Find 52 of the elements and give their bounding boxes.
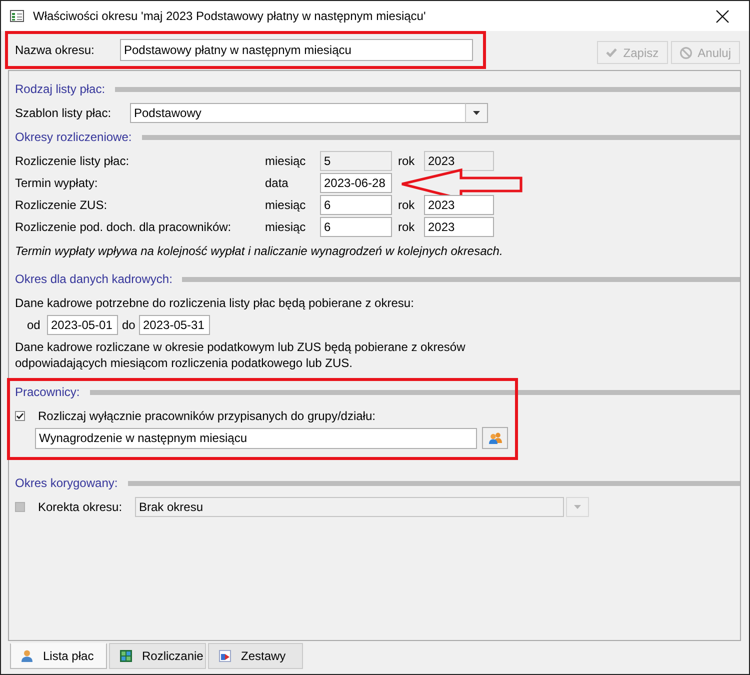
section-heading: Okresy rozliczeniowe: [15,129,132,146]
dropdown-button[interactable] [465,103,488,123]
field-label: Rozliczenie pod. doch. dla pracowników: [15,219,232,236]
input-field[interactable]: 6 [320,195,392,215]
section-heading: Okres korygowany: [15,475,118,492]
input-field[interactable]: 2023 [424,195,494,215]
info-text: Dane kadrowe potrzebne do rozliczenia listy płac będą pobierane z okresu: [15,295,415,312]
caret-icon [473,111,480,115]
note-text: Termin wypłaty wpływa na kolejność wypłat i naliczanie wynagrodzeń w kolejnych okresach. [15,243,504,260]
person-icon [21,650,33,662]
field-label: Rozliczenie ZUS: [15,197,108,214]
section-heading: Pracownicy: [15,384,80,401]
tab[interactable]: Lista płac [10,643,107,669]
field-label: Rozliczenie listy płac: [15,153,130,170]
input-field[interactable]: 2023 [424,217,494,237]
unit-label: miesiąc [265,219,307,236]
info-text: Dane kadrowe rozliczane w okresie podatkowym lub ZUS będą pobierane z okresów odpowiadających miesiącom rozliczenia podatkowego lub ZUS. [15,339,466,371]
checkbox[interactable] [15,411,25,421]
field-label: Nazwa okresu: [15,42,96,59]
close-icon[interactable] [716,10,729,22]
field-label: od [27,317,42,334]
name-input[interactable]: Podstawowy płatny w następnym miesiącu [120,39,473,61]
document-icon [219,650,231,662]
checkbox-label: Korekta okresu: [38,499,124,516]
check-icon [606,48,618,57]
input-field[interactable]: 6 [320,217,392,237]
unit-label: rok [398,197,416,214]
caret-icon [574,505,581,509]
checkbox-label: Rozliczaj wyłącznie pracowników przypisanych do grupy/działu: [38,408,376,425]
dropdown-field[interactable]: Podstawowy [130,103,466,123]
unit-label: rok [398,219,416,236]
date-field[interactable]: 2023-05-01 [47,315,118,335]
unit-label: miesiąc [265,153,307,170]
field-label: Termin wypłaty: [15,175,99,192]
grid-icon [120,650,132,662]
section-heading: Okres dla danych kadrowych: [15,271,172,288]
field-label: do [122,317,136,334]
unit-label: rok [398,153,416,170]
people-icon [488,432,502,444]
date-field[interactable]: 2023-05-31 [139,315,210,335]
input-field[interactable]: 2023-06-28 [320,173,392,193]
field-label: Szablon listy płac: [15,105,112,122]
section-heading: Rodzaj listy płac: [15,81,106,98]
window-icon [10,10,24,22]
unit-label: miesiąc [265,197,307,214]
unit-label: data [265,175,290,192]
window-title: Właściwości okresu 'maj 2023 Podstawowy płatny w następnym miesiącu' [33,8,426,25]
group-picker-button[interactable] [482,427,508,449]
cancel-icon [680,46,692,58]
group-field[interactable]: Wynagrodzenie w następnym miesiącu [35,428,477,448]
tab[interactable]: Rozliczanie [109,643,206,669]
tab[interactable]: Zestawy [208,643,303,669]
